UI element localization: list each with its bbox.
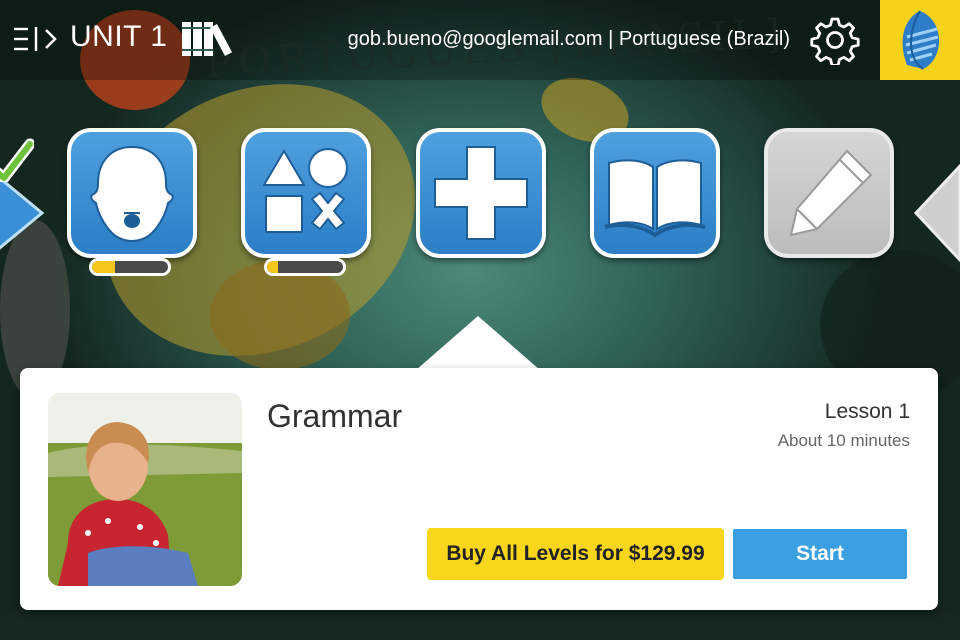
vocabulary-progress-fill [267, 261, 279, 273]
gear-icon[interactable] [810, 15, 860, 67]
lesson-tile-pronunciation[interactable] [67, 128, 197, 258]
menu-toggle-button[interactable] [12, 24, 62, 54]
top-bar: UNIT 1 gob.bueno@googlemail.com | Portug… [0, 0, 960, 80]
lesson-photo [48, 393, 242, 586]
account-language-label: gob.bueno@googlemail.com | Portuguese (B… [347, 28, 790, 50]
plus-icon [434, 146, 528, 240]
open-book-icon [604, 159, 706, 238]
lesson-tile-writing[interactable] [764, 128, 894, 258]
speaking-head-icon [90, 145, 174, 243]
shapes-icon [262, 148, 348, 233]
unit-title: UNIT 1 [70, 20, 168, 53]
start-button[interactable]: Start [733, 529, 907, 579]
menu-toggle-icon [14, 27, 57, 51]
buy-all-levels-button[interactable]: Buy All Levels for $129.99 [427, 528, 724, 580]
rosetta-stone-logo [880, 0, 960, 80]
previous-lesson-button[interactable] [0, 138, 50, 278]
library-books-icon[interactable] [181, 20, 233, 58]
lesson-duration: About 10 minutes [777, 431, 910, 450]
next-lesson-button[interactable] [912, 148, 960, 278]
pronunciation-progress-fill [92, 261, 115, 273]
pronunciation-progress-bar [89, 258, 171, 276]
lesson-info-card: Grammar Lesson 1 About 10 minutes Buy Al… [20, 368, 938, 610]
lesson-carousel [0, 120, 960, 290]
lesson-tile-reading[interactable] [590, 128, 720, 258]
lesson-tile-grammar[interactable] [416, 128, 546, 258]
card-pointer [416, 316, 540, 370]
vocabulary-progress-bar [264, 258, 346, 276]
lesson-number: Lesson 1 [824, 400, 910, 423]
lesson-title: Grammar [267, 398, 403, 434]
completed-check-icon [0, 138, 34, 182]
pencil-icon [789, 149, 873, 237]
lesson-tile-vocabulary[interactable] [241, 128, 371, 258]
